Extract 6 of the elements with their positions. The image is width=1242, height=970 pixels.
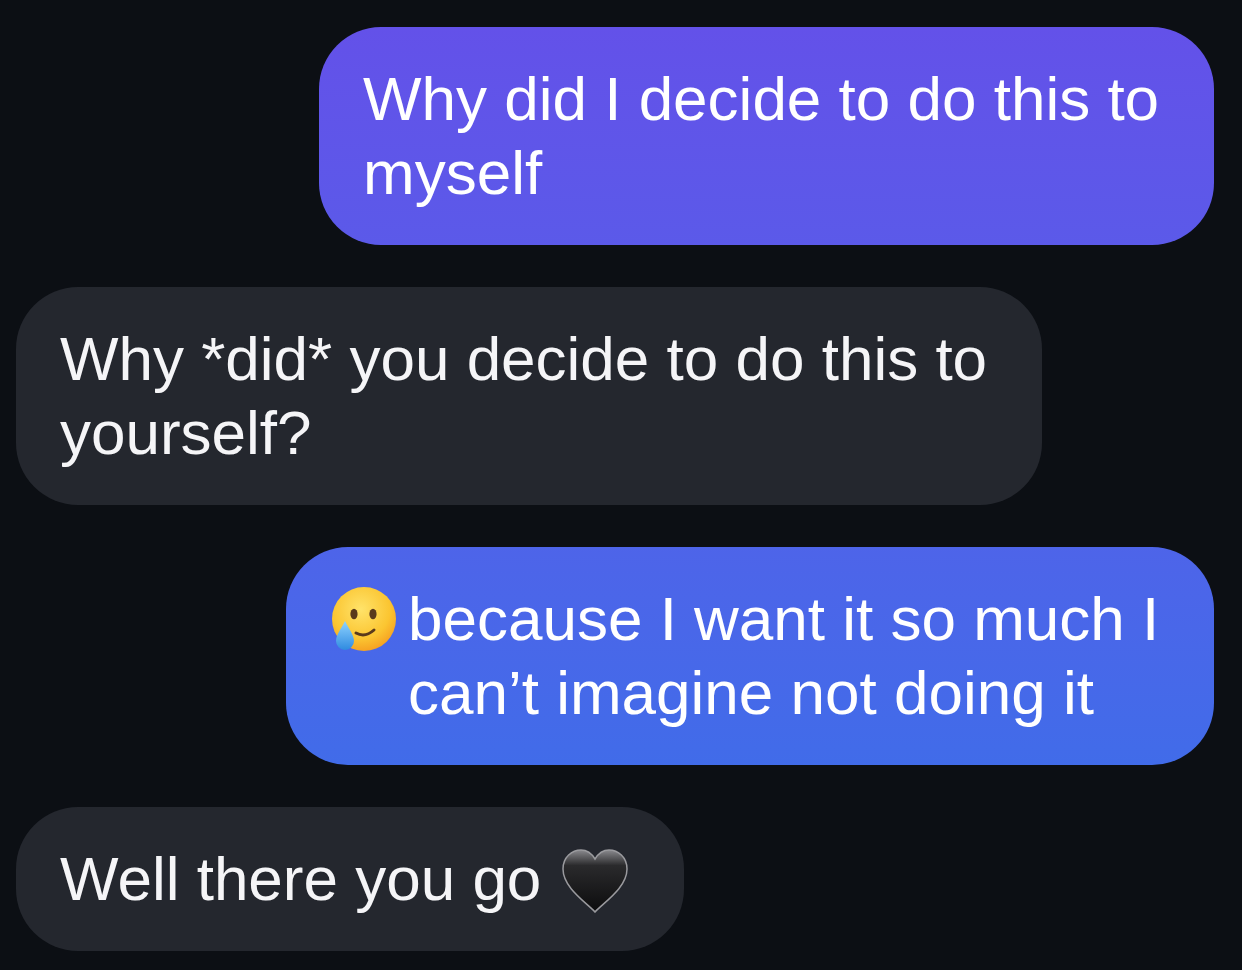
message-text: Well there you go (60, 844, 542, 913)
message-text: Why did I decide to do this to myself (363, 64, 1160, 207)
heart-icon (561, 848, 630, 914)
message-text: Why *did* you decide to do this to yourself? (60, 324, 988, 467)
message-text: because I want it so much I can’t imagine not doing it (408, 584, 1160, 727)
smiling-face-with-tear-icon (330, 587, 396, 653)
